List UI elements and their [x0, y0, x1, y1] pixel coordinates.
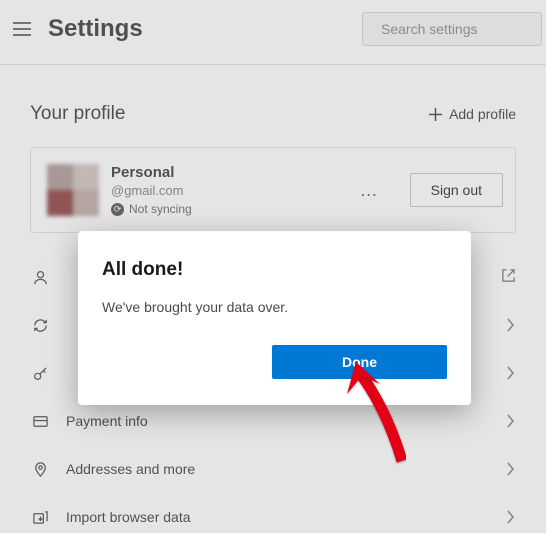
all-done-dialog: All done! We've brought your data over. … — [78, 231, 471, 405]
dialog-body: We've brought your data over. — [102, 299, 447, 315]
done-button[interactable]: Done — [272, 345, 447, 379]
dialog-title: All done! — [102, 259, 447, 281]
